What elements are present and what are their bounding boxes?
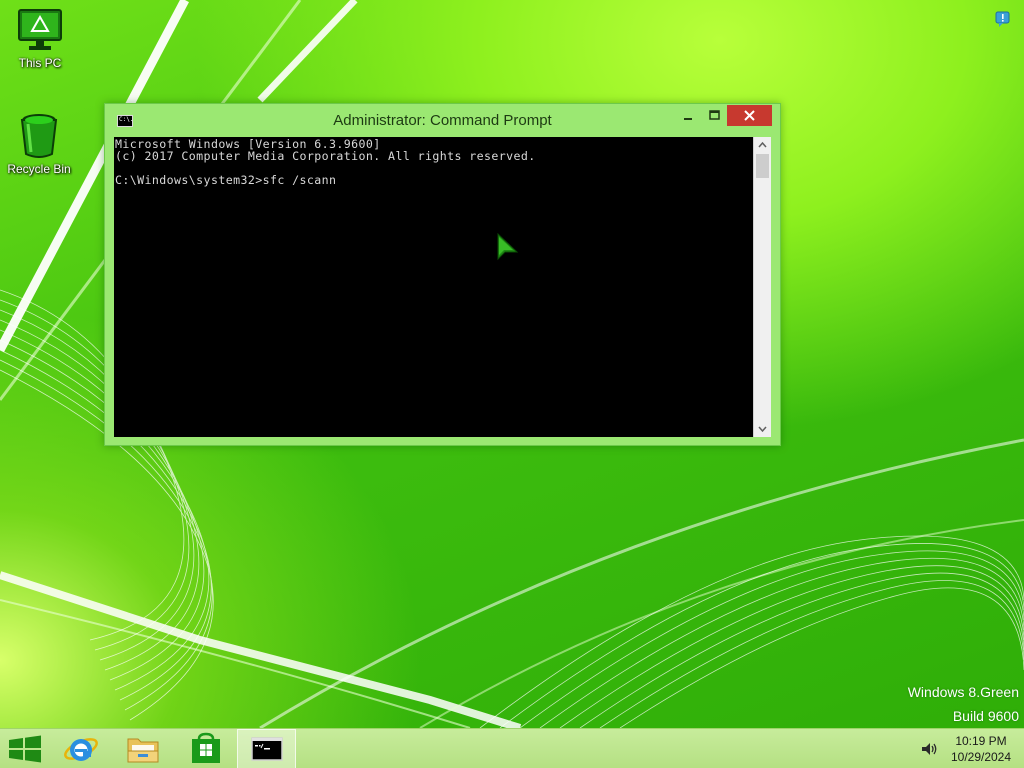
windows-watermark: Windows 8.Green Build 9600 [908,684,1019,728]
command-prompt-window[interactable]: C:\. Administrator: Command Prompt Micro… [104,103,781,446]
taskbar[interactable]: 10:19 PM 10/29/2024 [0,728,1024,768]
taskbar-internet-explorer[interactable] [52,729,110,768]
desktop-icon-this-pc[interactable]: This PC [2,8,78,70]
taskbar-store[interactable] [176,729,234,768]
watermark-build: Build 9600 [952,708,1019,724]
windows-logo-icon [9,735,41,763]
maximize-button[interactable] [701,105,727,126]
close-button[interactable] [727,105,772,126]
this-pc-icon [18,9,62,50]
minimize-icon [684,118,692,120]
console-output[interactable]: Microsoft Windows [Version 6.3.9600] (c)… [114,137,753,437]
recycle-bin-icon [20,114,58,158]
command-prompt-icon [251,737,283,761]
desktop-icon-recycle-bin[interactable]: Recycle Bin [1,112,77,176]
store-icon [192,732,220,763]
maximize-icon [709,110,720,120]
chevron-up-icon [758,141,767,148]
clock-date: 10/29/2024 [950,750,1012,764]
notification-flag-icon[interactable] [994,10,1012,28]
minimize-button[interactable] [675,105,701,126]
volume-icon[interactable] [919,739,939,759]
scroll-down-button[interactable] [754,421,771,437]
mouse-cursor-icon [497,233,519,261]
clock-time: 10:19 PM [955,734,1007,748]
desktop-icon-label: Recycle Bin [7,162,71,176]
scroll-thumb[interactable] [756,154,769,178]
file-explorer-icon [127,738,159,763]
close-icon [744,110,755,121]
internet-explorer-icon [64,738,98,761]
taskbar-command-prompt[interactable] [237,729,296,768]
console-line: (c) 2017 Computer Media Corporation. All… [115,149,536,163]
title-bar[interactable]: C:\. Administrator: Command Prompt [105,104,780,137]
desktop-icon-label: This PC [18,56,62,70]
system-clock[interactable]: 10:19 PM 10/29/2024 [944,733,1018,765]
console-line: C:\Windows\system32>sfc /scann [115,173,337,187]
watermark-edition: Windows 8.Green [907,684,1019,700]
desktop[interactable]: This PC Recycle Bin C:\. Administrator: … [0,0,1024,728]
start-button[interactable] [0,729,50,768]
scroll-up-button[interactable] [754,137,771,153]
taskbar-file-explorer[interactable] [114,729,172,768]
vertical-scrollbar[interactable] [753,137,771,437]
chevron-down-icon [758,426,767,433]
